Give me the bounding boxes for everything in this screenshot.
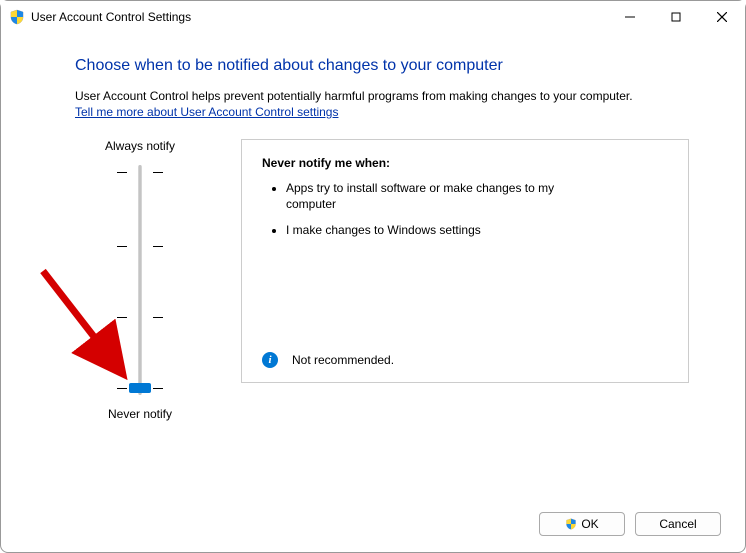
settings-body: Always notify Never notify Never notify …: [75, 139, 689, 421]
ok-button[interactable]: OK: [539, 512, 625, 536]
description-panel: Never notify me when: Apps try to instal…: [241, 139, 689, 383]
slider-track: [138, 165, 142, 395]
dialog-buttons: OK Cancel: [539, 512, 721, 536]
ok-button-label: OK: [581, 517, 598, 531]
close-button[interactable]: [699, 2, 745, 32]
recommendation-text: Not recommended.: [292, 353, 394, 367]
slider-top-label: Always notify: [105, 139, 175, 153]
uac-slider[interactable]: [138, 165, 142, 395]
slider-bottom-label: Never notify: [108, 407, 172, 421]
shield-icon: [565, 518, 577, 530]
info-icon: i: [262, 352, 278, 368]
shield-icon: [9, 9, 25, 25]
panel-heading: Never notify me when:: [262, 156, 668, 170]
titlebar: User Account Control Settings: [1, 1, 745, 33]
instruction-heading: Choose when to be notified about changes…: [75, 57, 689, 75]
maximize-button[interactable]: [653, 2, 699, 32]
panel-footer: i Not recommended.: [262, 352, 668, 368]
panel-bullet: I make changes to Windows settings: [286, 222, 576, 238]
learn-more-link[interactable]: Tell me more about User Account Control …: [75, 105, 338, 119]
description-text: User Account Control helps prevent poten…: [75, 89, 689, 103]
cancel-button[interactable]: Cancel: [635, 512, 721, 536]
panel-bullet-list: Apps try to install software or make cha…: [262, 180, 668, 249]
panel-bullet: Apps try to install software or make cha…: [286, 180, 576, 212]
slider-thumb[interactable]: [129, 383, 151, 393]
minimize-button[interactable]: [607, 2, 653, 32]
content-area: Choose when to be notified about changes…: [1, 33, 745, 431]
slider-column: Always notify Never notify: [75, 139, 205, 421]
window-title: User Account Control Settings: [31, 10, 607, 24]
cancel-button-label: Cancel: [659, 517, 696, 531]
